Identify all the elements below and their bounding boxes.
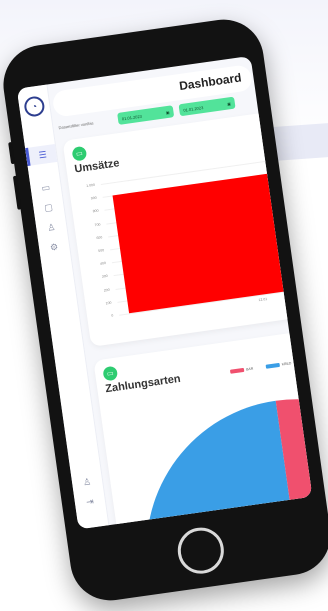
settings-icon[interactable]: ⚙ xyxy=(46,239,62,255)
calendar-icon: ▣ xyxy=(165,109,170,115)
legend-swatch-kred xyxy=(265,362,281,369)
chart-icon[interactable]: ▭ xyxy=(38,180,54,196)
y-tick-label: 300 xyxy=(101,274,109,280)
date-from-field[interactable]: 01.01.2023 ▣ xyxy=(117,105,175,125)
page-title: Dashboard xyxy=(178,70,243,94)
date-from-value: 01.01.2023 xyxy=(121,113,143,121)
sales-bar-chart: 1.000 900 800 700 600 500 400 300 200 100 0 12.01 xyxy=(75,156,290,330)
y-tick-label: 400 xyxy=(99,261,107,267)
bar xyxy=(112,173,286,314)
x-tick-label: 12.01 xyxy=(258,296,268,303)
y-tick-label: 500 xyxy=(97,248,105,253)
date-to-field[interactable]: 01.01.2023 ▣ xyxy=(178,96,236,117)
menu-icon[interactable]: ☰ xyxy=(25,143,58,166)
date-filter-label: Datumsfilter von/bis xyxy=(58,120,94,131)
folder-icon[interactable]: ▢ xyxy=(41,200,57,216)
payments-card-icon: ▭ xyxy=(102,365,119,382)
date-to-value: 01.01.2023 xyxy=(182,104,204,113)
user-icon[interactable]: ♙ xyxy=(43,219,59,235)
profile-icon[interactable]: ♙ xyxy=(79,474,95,490)
payments-card: ▭ Zahlungsarten BAR KRED xyxy=(93,331,313,530)
y-tick-label: 200 xyxy=(103,287,110,293)
legend-swatch-bar xyxy=(229,367,245,374)
legend-label-bar: BAR xyxy=(245,366,254,372)
y-tick-label: 100 xyxy=(105,300,112,306)
y-tick-label: 900 xyxy=(90,195,97,201)
legend-label-kred: KRED xyxy=(281,361,292,367)
y-tick-label: 700 xyxy=(94,222,101,227)
calendar-icon: ▣ xyxy=(226,100,232,107)
y-tick-label: 600 xyxy=(96,235,103,240)
y-tick-label: 1.000 xyxy=(85,182,96,189)
sales-card-icon: ▭ xyxy=(71,145,88,162)
logout-icon[interactable]: ⇥ xyxy=(82,494,98,510)
app-logo[interactable]: ◔ xyxy=(23,95,46,118)
y-tick-label: 800 xyxy=(92,208,99,214)
y-tick-label: 0 xyxy=(111,313,114,318)
